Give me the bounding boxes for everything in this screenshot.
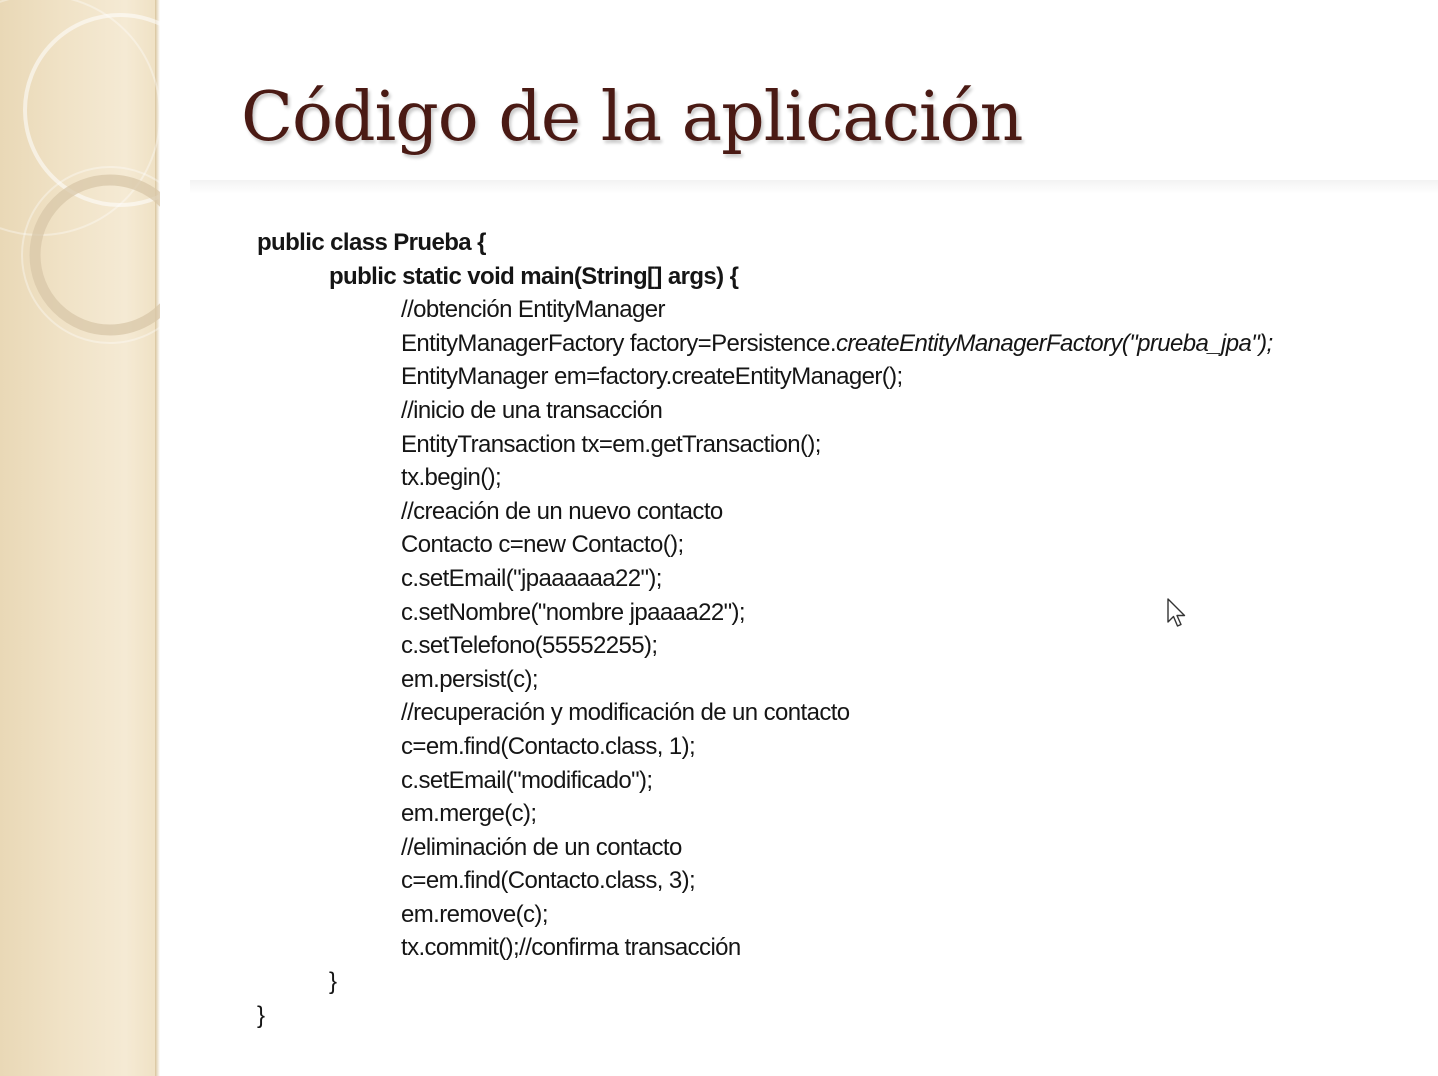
code-line-transaction: EntityTransaction tx=em.getTransaction()… xyxy=(401,430,821,458)
code-line-set-email-mod: c.setEmail("modificado"); xyxy=(401,766,653,794)
code-line-set-nombre: c.setNombre("nombre jpaaaa22"); xyxy=(401,598,746,626)
mouse-pointer-icon xyxy=(1166,598,1188,630)
code-factory-method: createEntityManagerFactory("prueba_jpa")… xyxy=(835,329,1273,357)
code-comment-delete: //eliminación de un contacto xyxy=(401,833,682,861)
code-line-entity-manager: EntityManager em=factory.createEntityMan… xyxy=(401,363,903,391)
code-line-merge: em.merge(c); xyxy=(401,800,537,828)
code-line-commit: tx.commit();//confirma transacción xyxy=(401,934,741,962)
slide-title: Código de la aplicación xyxy=(241,78,1023,157)
decorative-circles xyxy=(0,0,160,400)
code-line-class-open: public class Prueba { xyxy=(257,229,486,256)
code-comment-create: //creación de un nuevo contacto xyxy=(401,497,723,525)
code-factory-prefix: EntityManagerFactory factory=Persistence… xyxy=(401,329,837,357)
code-line-main-open: public static void main(String[] args) { xyxy=(329,262,739,290)
code-line-set-email: c.setEmail("jpaaaaaa22"); xyxy=(401,564,662,592)
code-line-main-close: } xyxy=(329,968,337,996)
code-line-new-contact: Contacto c=new Contacto(); xyxy=(401,531,684,559)
title-underline-shadow xyxy=(190,180,1438,194)
code-line-tx-begin: tx.begin(); xyxy=(401,464,502,492)
code-line-set-telefono: c.setTelefono(55552255); xyxy=(401,632,658,660)
code-block: public class Prueba { public static void… xyxy=(257,226,1417,1032)
code-comment-tx-start: //inicio de una transacción xyxy=(401,396,663,424)
code-comment-obtain: //obtención EntityManager xyxy=(401,296,665,324)
code-comment-update: //recuperación y modificación de un cont… xyxy=(401,699,850,727)
presentation-slide: Código de la aplicación public class Pru… xyxy=(0,0,1438,1076)
code-line-factory: EntityManagerFactory factory=Persistence… xyxy=(257,327,1417,361)
code-line-class-close: } xyxy=(257,1001,265,1029)
code-line-find-1: c=em.find(Contacto.class, 1); xyxy=(401,732,696,760)
code-line-find-3: c=em.find(Contacto.class, 3); xyxy=(401,867,696,895)
code-line-persist: em.persist(c); xyxy=(401,665,539,693)
code-line-remove: em.remove(c); xyxy=(401,900,548,928)
